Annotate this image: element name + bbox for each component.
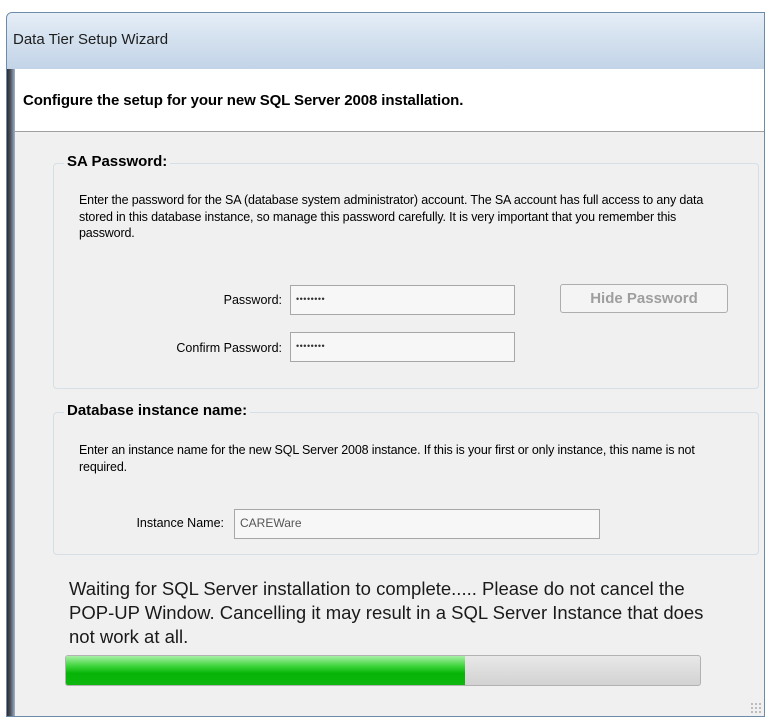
sa-password-group-title: SA Password: bbox=[64, 153, 171, 170]
progress-bar-fill bbox=[66, 656, 466, 685]
window-frame-left bbox=[7, 69, 15, 716]
sa-password-description: Enter the password for the SA (database … bbox=[79, 193, 704, 240]
window-title: Data Tier Setup Wizard bbox=[13, 31, 169, 48]
header-title: Configure the setup for your new SQL Ser… bbox=[23, 92, 464, 109]
instance-name-group: Database instance name: Enter an instanc… bbox=[53, 402, 759, 555]
wizard-window: Data Tier Setup Wizard Configure the set… bbox=[6, 12, 765, 717]
resize-grip-icon[interactable] bbox=[750, 702, 762, 714]
password-label: Password: bbox=[223, 293, 282, 307]
installation-progress-bar bbox=[65, 655, 701, 686]
title-bar[interactable]: Data Tier Setup Wizard bbox=[7, 13, 764, 69]
instance-name-label: Instance Name: bbox=[136, 516, 224, 530]
header-band: Configure the setup for your new SQL Ser… bbox=[15, 69, 764, 132]
confirm-password-field[interactable]: •••••••• bbox=[290, 332, 515, 362]
installation-status-message: Waiting for SQL Server installation to c… bbox=[69, 578, 704, 647]
instance-name-field[interactable]: CAREWare bbox=[234, 509, 600, 539]
confirm-password-label: Confirm Password: bbox=[176, 341, 282, 355]
hide-password-button[interactable]: Hide Password bbox=[560, 284, 728, 313]
instance-name-group-title: Database instance name: bbox=[64, 402, 251, 419]
dialog-client-area: Configure the setup for your new SQL Ser… bbox=[15, 69, 764, 716]
sa-password-group: SA Password: Enter the password for the … bbox=[53, 153, 759, 389]
instance-name-description: Enter an instance name for the new SQL S… bbox=[79, 443, 695, 474]
password-field[interactable]: •••••••• bbox=[290, 285, 515, 315]
